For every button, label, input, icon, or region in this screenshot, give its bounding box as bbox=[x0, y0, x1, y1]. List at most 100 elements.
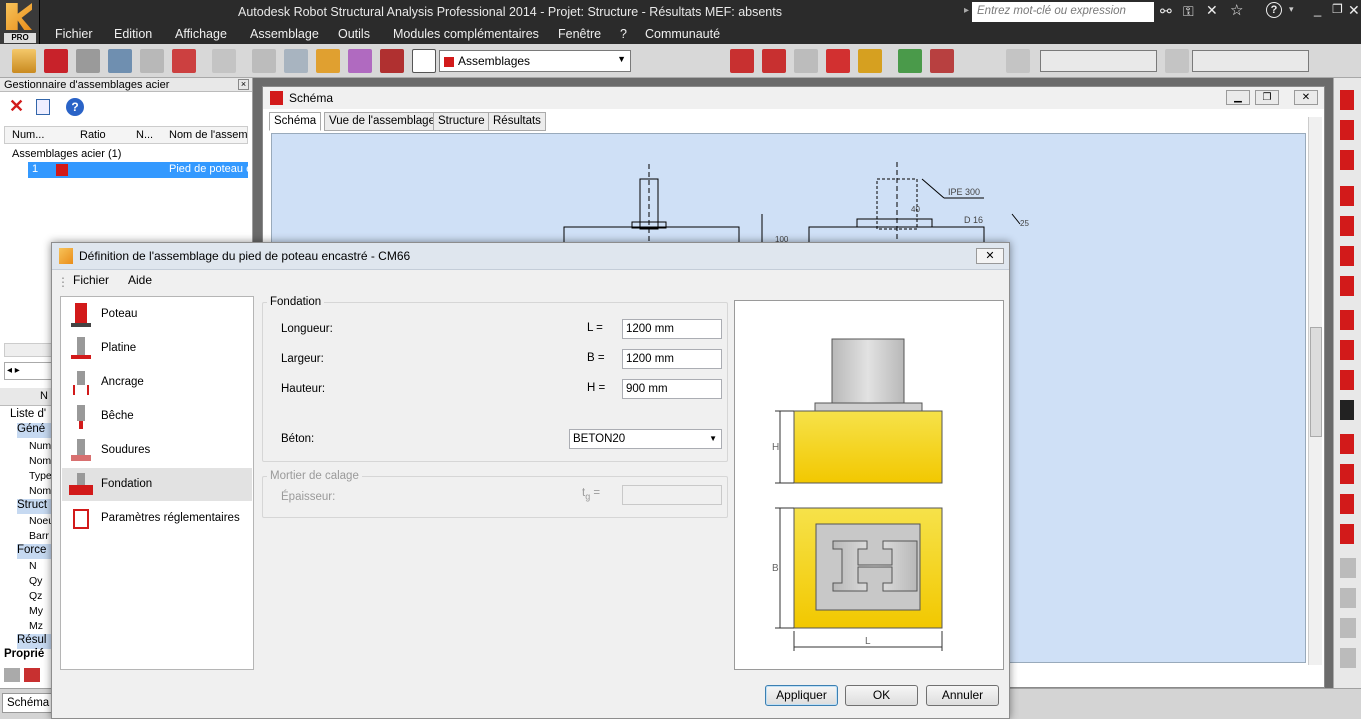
connection-help-icon[interactable] bbox=[858, 49, 882, 73]
list-item-parametres[interactable]: Paramètres réglementaires bbox=[62, 502, 252, 535]
restore-icon[interactable]: ❐ bbox=[1332, 2, 1343, 16]
menu-communaute[interactable]: Communauté bbox=[645, 27, 720, 41]
beam-web-icon[interactable] bbox=[1340, 400, 1354, 420]
beam-column-icon[interactable] bbox=[1340, 120, 1354, 140]
star-icon[interactable]: ☆ bbox=[1230, 1, 1243, 19]
save-icon[interactable] bbox=[44, 49, 68, 73]
splice-icon[interactable] bbox=[1340, 246, 1354, 266]
check-icon[interactable] bbox=[930, 49, 954, 73]
connection-tool-1-icon[interactable] bbox=[730, 49, 754, 73]
ok-button[interactable]: OK bbox=[845, 685, 918, 706]
tool-disabled-icon[interactable] bbox=[212, 49, 236, 73]
close-icon[interactable]: ✕ bbox=[1348, 2, 1360, 19]
longueur-field[interactable]: 1200 mm bbox=[622, 319, 722, 339]
col-num[interactable]: Num... bbox=[12, 129, 44, 141]
cancel-button[interactable]: Annuler bbox=[926, 685, 999, 706]
tree-view-icon[interactable] bbox=[4, 668, 20, 682]
largeur-field[interactable]: 1200 mm bbox=[622, 349, 722, 369]
frame-knee-icon[interactable] bbox=[1340, 186, 1354, 206]
props-group[interactable]: Géné bbox=[17, 423, 52, 438]
app-logo[interactable]: PRO bbox=[0, 0, 40, 44]
list-item-beche[interactable]: Bêche bbox=[62, 400, 252, 433]
menu-assemblage[interactable]: Assemblage bbox=[250, 27, 319, 41]
properties-icon[interactable] bbox=[36, 99, 50, 115]
binoculars-icon[interactable]: ⚯ bbox=[1160, 3, 1172, 20]
preview-icon[interactable] bbox=[140, 49, 164, 73]
tool-disabled-icon[interactable] bbox=[1340, 588, 1356, 608]
cross-4-icon[interactable] bbox=[1340, 524, 1354, 544]
list-item-poteau[interactable]: Poteau bbox=[62, 298, 252, 331]
tool-disabled-icon[interactable] bbox=[1340, 558, 1356, 578]
tool-disabled-icon[interactable] bbox=[1340, 618, 1356, 638]
combo-disabled-2[interactable] bbox=[1192, 50, 1309, 72]
table-row[interactable]: 1 Pied de poteau e bbox=[28, 162, 252, 178]
zoom-window-icon[interactable] bbox=[252, 49, 276, 73]
close-icon[interactable]: ✕ bbox=[1294, 90, 1318, 105]
hauteur-field[interactable]: 900 mm bbox=[622, 379, 722, 399]
connect-icon[interactable]: ✕ bbox=[1206, 2, 1218, 19]
vertical-scrollbar[interactable] bbox=[1308, 117, 1322, 665]
apex-icon[interactable] bbox=[1340, 216, 1354, 236]
menu-aide[interactable]: Aide bbox=[128, 273, 152, 287]
camera-icon[interactable] bbox=[172, 49, 196, 73]
tab-properties[interactable]: Proprié bbox=[4, 648, 44, 660]
tab-vue-assemblage[interactable]: Vue de l'assemblage bbox=[324, 112, 440, 131]
delete-icon[interactable]: ✕ bbox=[9, 96, 24, 117]
menu-fenetre[interactable]: Fenêtre bbox=[558, 27, 601, 41]
beton-select[interactable]: BETON20 ▼ bbox=[569, 429, 722, 449]
restore-icon[interactable]: ❐ bbox=[1255, 90, 1279, 105]
tab-nav-arrows[interactable]: ◂ ▸ bbox=[4, 362, 52, 380]
section-icon[interactable] bbox=[1006, 49, 1030, 73]
search-input[interactable]: Entrez mot-clé ou expression bbox=[972, 2, 1154, 22]
close-icon[interactable]: ✕ bbox=[976, 248, 1004, 264]
help-icon[interactable]: ? bbox=[1266, 2, 1282, 18]
cross-2-icon[interactable] bbox=[1340, 464, 1354, 484]
tree-group[interactable]: Assemblages acier (1) bbox=[12, 148, 121, 160]
book-icon[interactable] bbox=[108, 49, 132, 73]
print-icon[interactable] bbox=[76, 49, 100, 73]
zoom-icon[interactable] bbox=[284, 49, 308, 73]
open-icon[interactable] bbox=[12, 49, 36, 73]
connection-tool-2-icon[interactable] bbox=[762, 49, 786, 73]
pan-icon[interactable] bbox=[316, 49, 340, 73]
layout-select[interactable]: Assemblages ▼ bbox=[439, 50, 631, 72]
list-item-fondation[interactable]: Fondation bbox=[62, 468, 252, 501]
calc-icon[interactable] bbox=[898, 49, 922, 73]
apply-button[interactable]: Appliquer bbox=[765, 685, 838, 706]
bracing-icon[interactable] bbox=[1340, 310, 1354, 330]
minimize-icon[interactable]: ▁ bbox=[1226, 90, 1250, 105]
angle-icon[interactable] bbox=[1340, 370, 1354, 390]
menu-fichier[interactable]: Fichier bbox=[73, 273, 109, 287]
layout-icon[interactable] bbox=[412, 49, 436, 73]
gusset-icon[interactable] bbox=[1340, 340, 1354, 360]
menu-help[interactable]: ? bbox=[620, 27, 627, 41]
base-icon[interactable] bbox=[1340, 150, 1354, 170]
combo-disabled-1[interactable] bbox=[1040, 50, 1157, 72]
refresh-icon[interactable] bbox=[794, 49, 818, 73]
help-icon[interactable]: ? bbox=[66, 98, 84, 116]
column-tool-icon[interactable] bbox=[1340, 90, 1354, 110]
filter-icon[interactable] bbox=[1165, 49, 1189, 73]
list-item-soudures[interactable]: Soudures bbox=[62, 434, 252, 467]
tab-structure[interactable]: Structure bbox=[433, 112, 490, 131]
col-name[interactable]: Nom de l'assemb bbox=[169, 129, 247, 141]
tube-icon[interactable] bbox=[1340, 276, 1354, 296]
props-group[interactable]: Force bbox=[17, 544, 52, 559]
list-item-platine[interactable]: Platine bbox=[62, 332, 252, 365]
props-group[interactable]: Struct bbox=[17, 499, 52, 514]
col-n[interactable]: N... bbox=[136, 129, 153, 141]
close-icon[interactable]: × bbox=[238, 79, 249, 90]
minimize-icon[interactable]: _ bbox=[1314, 2, 1321, 17]
menu-affichage[interactable]: Affichage bbox=[175, 27, 227, 41]
epaisseur-field[interactable] bbox=[622, 485, 722, 505]
menu-outils[interactable]: Outils bbox=[338, 27, 370, 41]
tab-resultats[interactable]: Résultats bbox=[488, 112, 546, 131]
tab-schema[interactable]: Schéma bbox=[269, 112, 322, 131]
cross-3-icon[interactable] bbox=[1340, 494, 1354, 514]
connection-view-icon[interactable] bbox=[24, 668, 40, 682]
col-ratio[interactable]: Ratio bbox=[80, 129, 106, 141]
tool-disabled-icon[interactable] bbox=[1340, 648, 1356, 668]
menu-fichier[interactable]: Fichier bbox=[55, 27, 93, 41]
props-group[interactable]: Résul bbox=[17, 634, 52, 649]
tools-icon[interactable] bbox=[380, 49, 404, 73]
